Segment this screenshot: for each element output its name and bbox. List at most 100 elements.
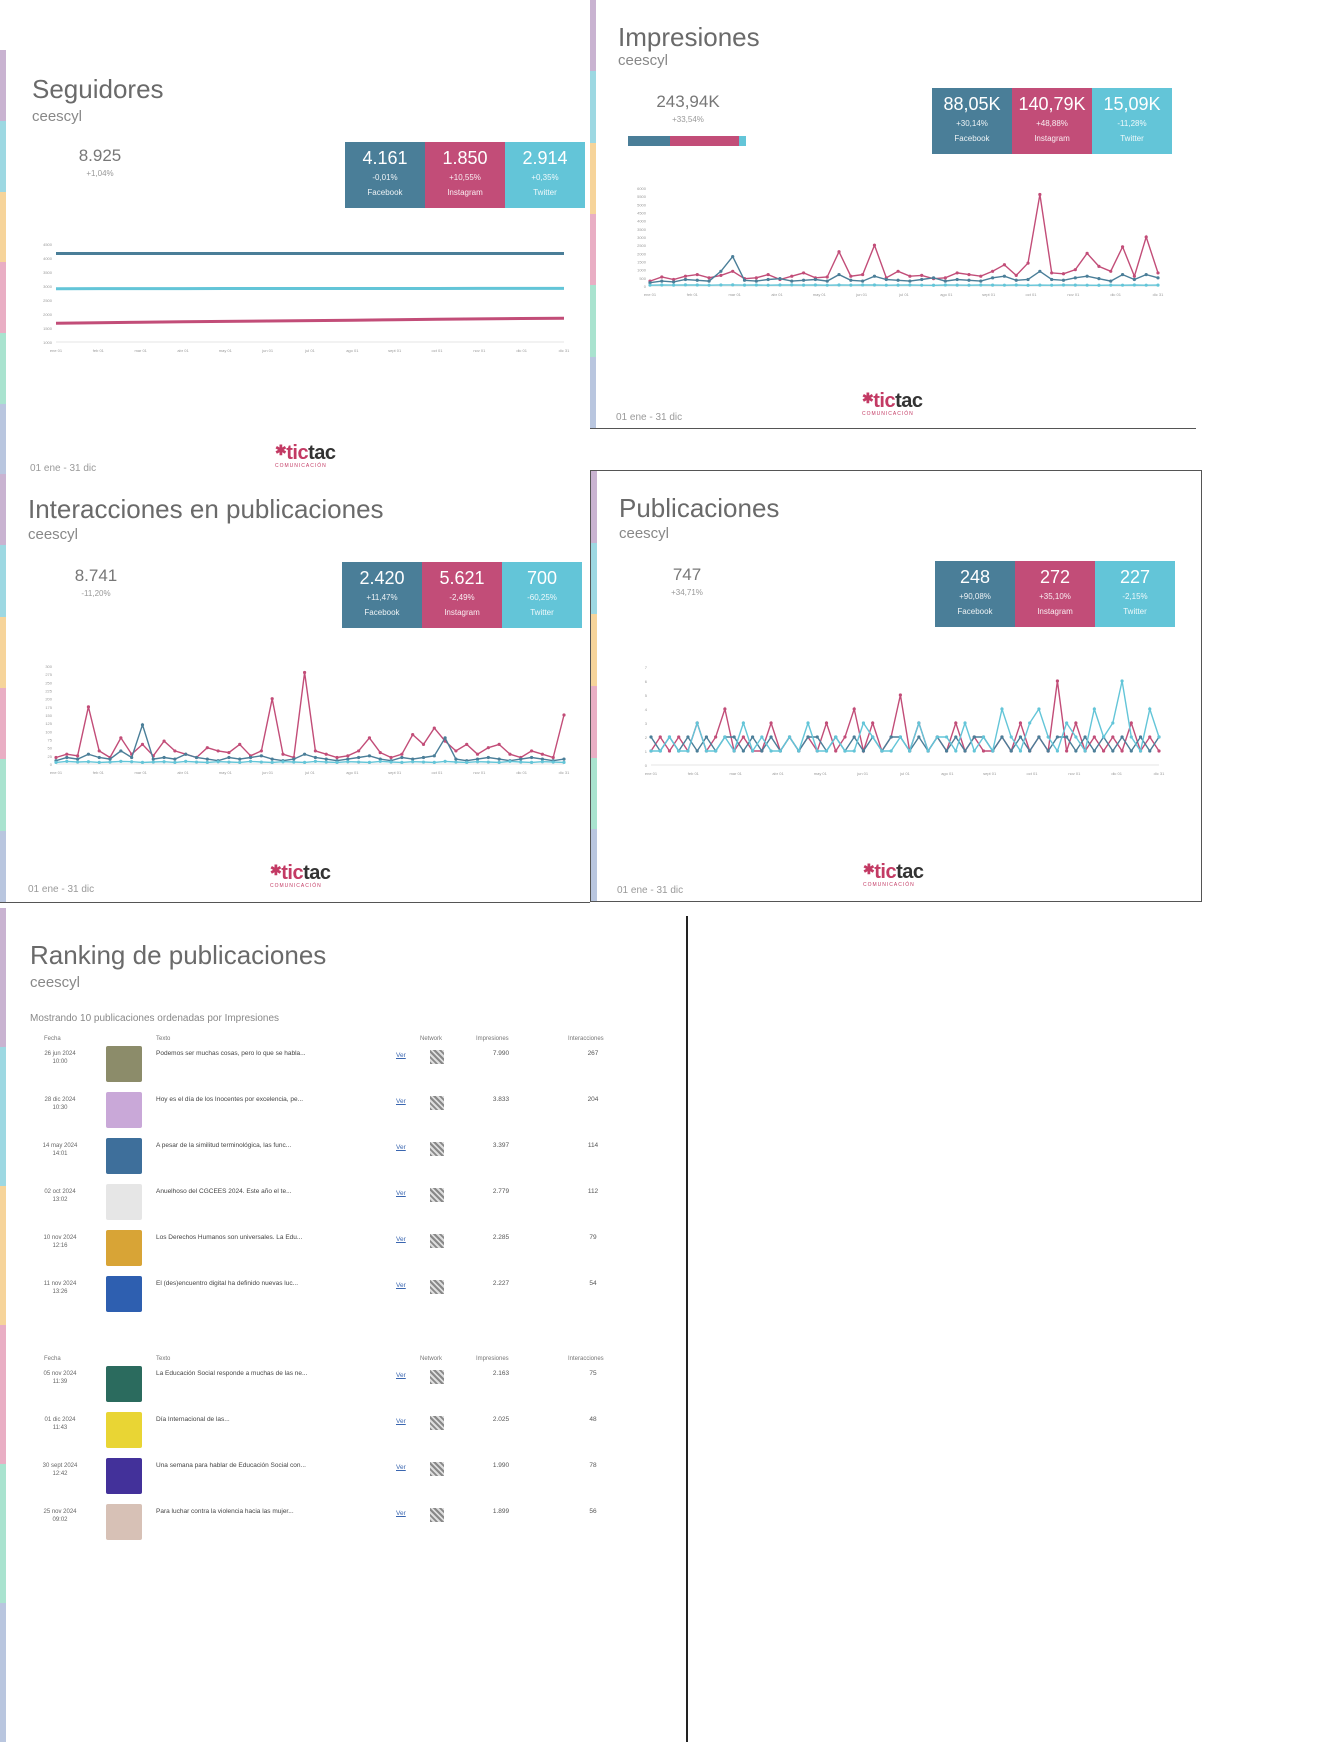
data-point-facebook bbox=[852, 735, 856, 739]
data-point-instagram bbox=[769, 721, 773, 725]
data-point-instagram bbox=[1101, 749, 1106, 753]
post-datetime: 30 sept 2024 12:42 bbox=[32, 1462, 88, 1478]
data-point-twitter bbox=[967, 283, 971, 287]
data-point-facebook bbox=[97, 755, 101, 760]
account-name: ceescyl bbox=[32, 108, 83, 125]
post-datetime: 05 nov 2024 11:39 bbox=[32, 1370, 88, 1386]
y-tick-label: 4 bbox=[645, 707, 648, 712]
ver-link[interactable]: Ver bbox=[396, 1190, 406, 1197]
data-point-instagram bbox=[954, 721, 958, 725]
data-point-twitter bbox=[411, 760, 415, 764]
data-point-facebook bbox=[1111, 749, 1115, 753]
data-point-instagram bbox=[1144, 235, 1148, 239]
data-point-instagram bbox=[1097, 264, 1101, 268]
color-stripe bbox=[590, 0, 596, 428]
data-point-facebook bbox=[1018, 735, 1023, 739]
data-point-instagram bbox=[1148, 735, 1152, 739]
ver-link[interactable]: Ver bbox=[396, 1418, 406, 1425]
data-point-facebook bbox=[130, 755, 134, 760]
ver-link[interactable]: Ver bbox=[396, 1236, 406, 1243]
post-text: La Educación Social responde a muchas de… bbox=[156, 1370, 308, 1377]
post-interactions: 48 bbox=[589, 1416, 597, 1423]
post-time: 11:39 bbox=[52, 1379, 68, 1385]
panel-ranking: Ranking de publicaciones ceescyl Mostran… bbox=[0, 908, 686, 1742]
post-thumbnail[interactable] bbox=[106, 1458, 142, 1494]
data-point-facebook bbox=[754, 279, 758, 283]
post-thumbnail[interactable] bbox=[106, 1504, 142, 1540]
data-point-twitter bbox=[813, 283, 817, 287]
ver-link[interactable]: Ver bbox=[396, 1510, 406, 1517]
x-tick-label: dic 01 bbox=[516, 348, 527, 353]
y-tick-label: 4000 bbox=[637, 219, 647, 224]
y-tick-label: 3500 bbox=[637, 227, 647, 232]
post-impressions: 1.990 bbox=[492, 1462, 510, 1469]
post-text: Hoy es el día de los Inocentes por excel… bbox=[156, 1096, 304, 1103]
data-point-instagram bbox=[660, 275, 664, 279]
data-point-instagram bbox=[346, 754, 350, 758]
data-point-instagram bbox=[389, 755, 393, 760]
data-point-twitter bbox=[760, 735, 764, 739]
ver-link[interactable]: Ver bbox=[396, 1098, 406, 1105]
post-thumbnail[interactable] bbox=[106, 1366, 142, 1402]
ver-link[interactable]: Ver bbox=[396, 1372, 406, 1379]
post-interactions: 56 bbox=[589, 1508, 597, 1515]
data-point-facebook bbox=[205, 757, 209, 761]
column-header-texto: Texto bbox=[156, 1036, 171, 1042]
ver-link[interactable]: Ver bbox=[396, 1144, 406, 1151]
data-point-twitter bbox=[880, 749, 884, 753]
data-point-twitter bbox=[884, 283, 888, 287]
data-point-facebook bbox=[302, 752, 307, 756]
data-point-instagram bbox=[1073, 268, 1077, 272]
post-thumbnail[interactable] bbox=[106, 1138, 142, 1174]
post-thumbnail[interactable] bbox=[106, 1276, 142, 1312]
x-tick-label: ene 01 bbox=[50, 770, 63, 775]
data-point-instagram bbox=[955, 271, 959, 275]
data-point-facebook bbox=[529, 755, 534, 760]
kpi-value: 227 bbox=[1119, 567, 1151, 587]
total-number: 8.741 bbox=[74, 566, 118, 585]
data-point-facebook bbox=[704, 735, 709, 739]
kpi-value: 5.621 bbox=[439, 568, 485, 588]
post-thumbnail[interactable] bbox=[106, 1412, 142, 1448]
kpi-network: Instagram bbox=[444, 608, 480, 617]
post-thumbnail[interactable] bbox=[106, 1230, 142, 1266]
network-qr-icon bbox=[430, 1370, 444, 1384]
data-point-twitter bbox=[313, 759, 318, 763]
panel-title: Seguidores bbox=[32, 74, 164, 104]
post-impressions: 2.285 bbox=[492, 1234, 510, 1241]
kpi-tile-twitter: 2.914 +0,35% Twitter bbox=[505, 142, 585, 208]
y-tick-label: 50 bbox=[48, 746, 53, 751]
post-impressions: 2.163 bbox=[492, 1370, 510, 1377]
ver-link[interactable]: Ver bbox=[396, 1464, 406, 1471]
x-tick-label: dic 31 bbox=[559, 348, 570, 353]
data-point-twitter bbox=[1157, 735, 1161, 739]
data-point-twitter bbox=[1014, 283, 1018, 287]
data-point-facebook bbox=[837, 272, 841, 277]
data-point-facebook bbox=[889, 735, 893, 739]
data-point-twitter bbox=[778, 749, 782, 753]
ver-link[interactable]: Ver bbox=[396, 1282, 406, 1289]
post-impressions: 1.899 bbox=[492, 1508, 510, 1515]
kpi-tile-instagram: 272 +35,10% Instagram bbox=[1015, 561, 1095, 627]
post-thumbnail[interactable] bbox=[106, 1184, 142, 1220]
data-point-twitter bbox=[508, 759, 512, 763]
data-point-facebook bbox=[944, 749, 949, 753]
data-point-instagram bbox=[1157, 749, 1161, 753]
data-point-instagram bbox=[205, 746, 209, 750]
y-tick-label: 3 bbox=[645, 721, 648, 726]
data-point-twitter bbox=[1097, 283, 1101, 287]
ver-link[interactable]: Ver bbox=[396, 1052, 406, 1059]
data-point-instagram bbox=[861, 272, 865, 277]
network-qr-icon bbox=[430, 1050, 444, 1064]
y-tick-label: 25 bbox=[48, 754, 53, 759]
post-datetime: 01 dic 2024 11:43 bbox=[32, 1416, 88, 1432]
kpi-value: 2.914 bbox=[522, 148, 568, 168]
post-thumbnail[interactable] bbox=[106, 1046, 142, 1082]
data-point-facebook bbox=[184, 752, 188, 756]
post-thumbnail[interactable] bbox=[106, 1092, 142, 1128]
data-point-twitter bbox=[1028, 721, 1032, 725]
data-point-facebook bbox=[751, 735, 755, 739]
kpi-change: -0,01% bbox=[372, 173, 398, 182]
data-point-instagram bbox=[719, 273, 723, 277]
column-header-texto: Texto bbox=[156, 1356, 171, 1362]
